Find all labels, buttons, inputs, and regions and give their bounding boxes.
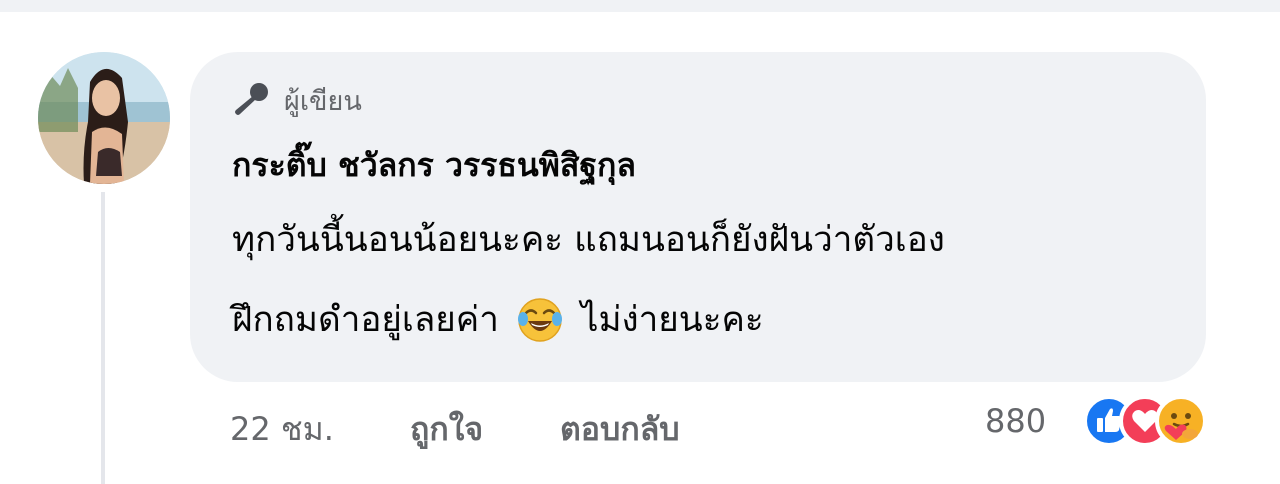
avatar-photo [38, 52, 170, 184]
top-divider [0, 0, 1280, 12]
comment-bubble: ผู้เขียน กระติ๊บ ชวัลกร วรรธนพิสิฐกุล ทุ… [190, 52, 1206, 382]
comment-author[interactable]: กระติ๊บ ชวัลกร วรรธนพิสิฐกุล [232, 140, 636, 191]
avatar[interactable] [38, 52, 170, 184]
reply-button[interactable]: ตอบกลับ [560, 404, 680, 455]
comment-text-line-2: ฝึกถมดำอยู่เลยค่า ไม่ง่ายนะคะ [232, 292, 764, 347]
face-with-tears-of-joy-icon [517, 297, 563, 343]
care-reaction-icon [1155, 395, 1207, 447]
comment-text-segment: ไม่ง่ายนะคะ [580, 300, 764, 340]
reaction-count[interactable]: 880 [985, 402, 1046, 440]
comment-actions: 22 ชม. ถูกใจ ตอบกลับ 880 [0, 395, 1280, 458]
author-badge-label: ผู้เขียน [284, 85, 362, 117]
microphone-icon [232, 80, 272, 120]
comment-timestamp[interactable]: 22 ชม. [230, 404, 334, 455]
reaction-summary[interactable] [1082, 394, 1242, 448]
comment-text-line-1: ทุกวันนี้นอนน้อยนะคะ แถมนอนก็ยังฝันว่าตั… [232, 220, 945, 260]
like-button[interactable]: ถูกใจ [410, 404, 483, 455]
comment-text-segment: ฝึกถมดำอยู่เลยค่า [232, 300, 499, 340]
author-badge: ผู้เขียน [232, 78, 362, 122]
